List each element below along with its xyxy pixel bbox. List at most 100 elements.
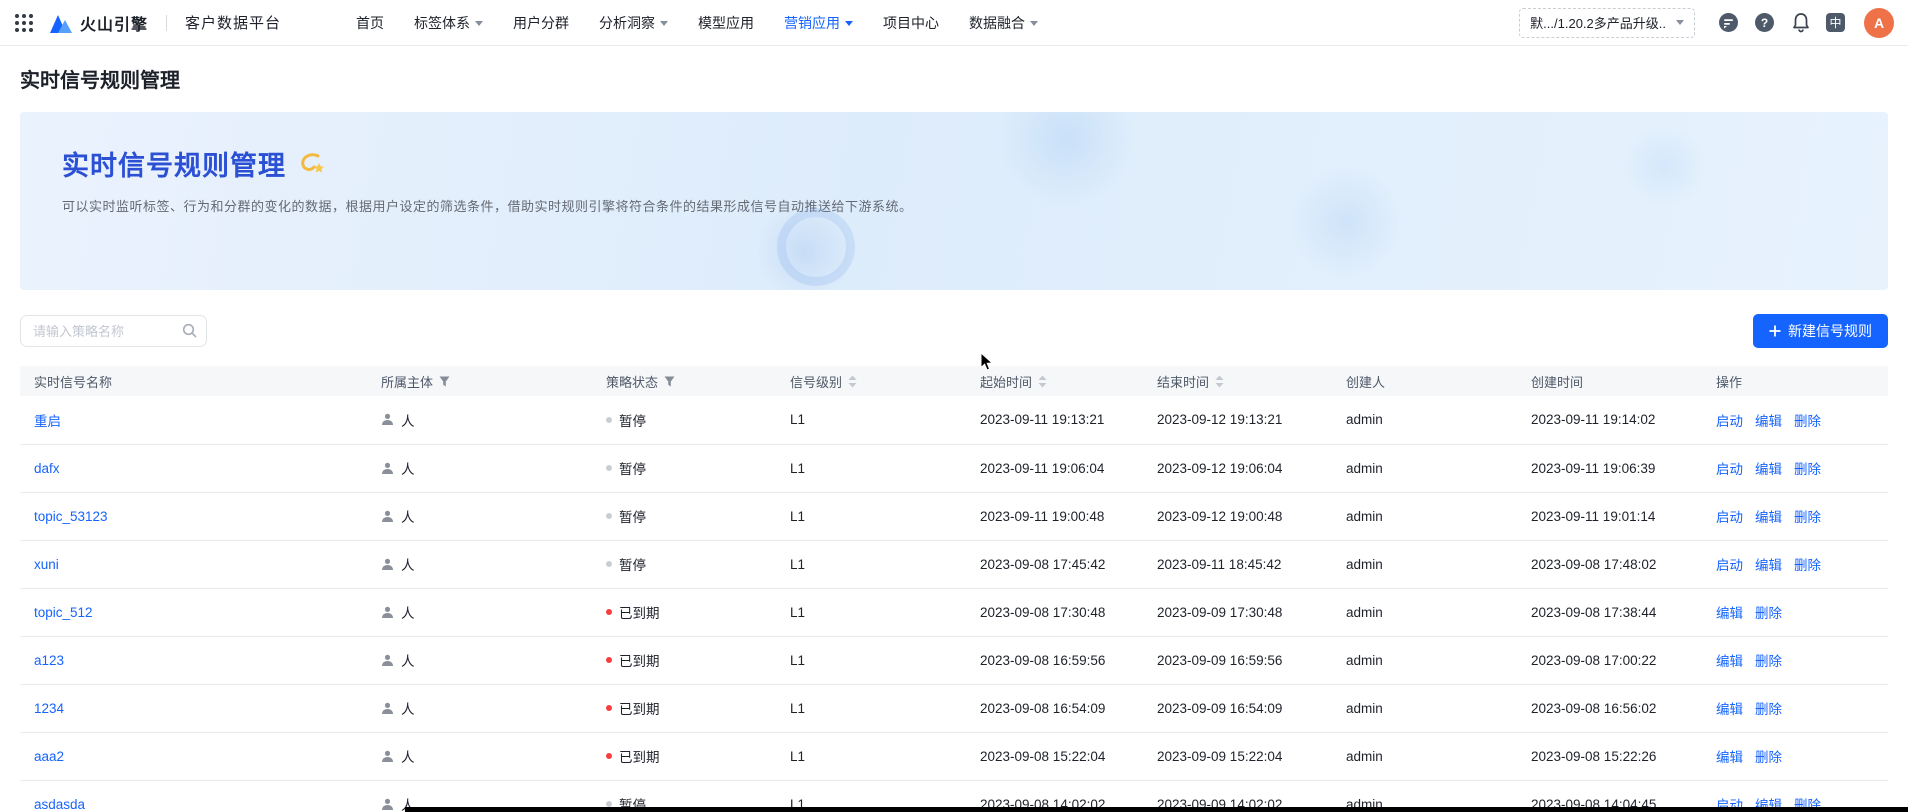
action-link[interactable]: 编辑 [1755,462,1782,477]
person-icon [381,606,394,619]
nav-item-数据融合[interactable]: 数据融合 [954,0,1053,46]
signal-name-link[interactable]: a123 [34,653,64,668]
banner-description: 可以实时监听标签、行为和分群的变化的数据，根据用户设定的筛选条件，借助实时规则引… [62,196,1846,215]
person-icon [381,462,394,475]
avatar[interactable]: A [1864,8,1894,38]
start-time: 2023-09-11 19:00:48 [966,492,1143,540]
actions-cell: 启动编辑删除 [1702,396,1888,444]
subject-label: 人 [401,554,415,574]
sort-icon[interactable] [848,375,857,388]
actions-cell: 启动编辑删除 [1702,444,1888,492]
sort-icon[interactable] [1038,375,1047,388]
feedback-icon[interactable] [1718,12,1739,33]
search-input[interactable] [20,315,207,347]
action-link[interactable]: 启动 [1716,510,1743,525]
action-link[interactable]: 编辑 [1716,654,1743,669]
action-link[interactable]: 删除 [1794,414,1821,429]
action-link[interactable]: 删除 [1755,654,1782,669]
column-header-所属主体[interactable]: 所属主体 [367,366,592,396]
create-signal-rule-button[interactable]: 新建信号规则 [1753,314,1888,348]
actions-cell: 编辑删除 [1702,636,1888,684]
person-icon [381,702,394,715]
actions-cell: 编辑删除 [1702,732,1888,780]
action-link[interactable]: 启动 [1716,462,1743,477]
action-link[interactable]: 编辑 [1755,558,1782,573]
status-dot [606,417,612,423]
chevron-down-icon [475,21,483,26]
action-link[interactable]: 启动 [1716,414,1743,429]
created-time: 2023-09-08 15:22:26 [1517,732,1702,780]
brand[interactable]: 火山引擎 客户数据平台 [50,11,281,35]
column-header-创建时间: 创建时间 [1517,366,1702,396]
status-dot [606,705,612,711]
notification-bell-icon[interactable] [1790,12,1811,33]
toolbar: 新建信号规则 [20,314,1888,348]
action-link[interactable]: 编辑 [1755,414,1782,429]
signal-name-link[interactable]: topic_512 [34,605,93,620]
action-link[interactable]: 删除 [1755,702,1782,717]
signal-name-link[interactable]: dafx [34,461,60,476]
page-content: 实时信号规则管理 实时信号规则管理 可以实时监听标签、行为和分群的变化的数据，根… [0,64,1908,812]
nav-item-分析洞察[interactable]: 分析洞察 [584,0,683,46]
signal-name-link[interactable]: 1234 [34,701,64,716]
action-link[interactable]: 删除 [1755,750,1782,765]
workspace-selector[interactable]: 默.../1.20.2多产品升级.. [1519,8,1695,38]
language-switch-icon[interactable]: 中 [1826,13,1845,32]
created-time: 2023-09-08 16:56:02 [1517,684,1702,732]
action-link[interactable]: 编辑 [1716,750,1743,765]
column-header-起始时间[interactable]: 起始时间 [966,366,1143,396]
table-row: 重启 人 暂停 L1 2023-09-11 19:13:21 2023-09-1… [20,396,1888,444]
action-link[interactable]: 删除 [1794,462,1821,477]
apps-grid-icon[interactable] [14,13,34,33]
action-link[interactable]: 删除 [1794,558,1821,573]
column-header-label: 操作 [1716,372,1742,391]
topbar: 火山引擎 客户数据平台 首页标签体系用户分群分析洞察 模型应用营销应用项目中心数据… [0,0,1908,46]
status-dot [606,465,612,471]
table-row: dafx 人 暂停 L1 2023-09-11 19:06:04 2023-09… [20,444,1888,492]
creator: admin [1332,636,1517,684]
column-header-信号级别[interactable]: 信号级别 [776,366,966,396]
action-link[interactable]: 删除 [1755,606,1782,621]
sort-icon[interactable] [1215,375,1224,388]
end-time: 2023-09-09 16:54:09 [1143,684,1332,732]
signal-name-link[interactable]: asdasda [34,797,85,812]
status-label: 已到期 [619,746,660,766]
nav-item-模型应用[interactable]: 模型应用 [683,0,769,46]
start-time: 2023-09-11 19:13:21 [966,396,1143,444]
nav-item-项目中心[interactable]: 项目中心 [868,0,954,46]
action-link[interactable]: 编辑 [1716,702,1743,717]
column-header-结束时间[interactable]: 结束时间 [1143,366,1332,396]
signal-name-link[interactable]: 重启 [34,414,61,429]
filter-icon[interactable] [664,376,675,387]
column-header-策略状态[interactable]: 策略状态 [592,366,776,396]
subject-label: 人 [401,698,415,718]
nav-item-首页[interactable]: 首页 [341,0,399,46]
column-header-label: 结束时间 [1157,372,1209,391]
start-time: 2023-09-08 17:45:42 [966,540,1143,588]
person-icon [381,654,394,667]
filter-icon[interactable] [439,376,450,387]
signal-name-link[interactable]: aaa2 [34,749,64,764]
nav-item-营销应用[interactable]: 营销应用 [769,0,868,46]
chevron-down-icon [1030,21,1038,26]
action-link[interactable]: 启动 [1716,558,1743,573]
volcano-logo-icon [50,13,72,33]
nav-item-用户分群[interactable]: 用户分群 [498,0,584,46]
signal-name-link[interactable]: topic_53123 [34,509,108,524]
subject-label: 人 [401,650,415,670]
column-header-label: 信号级别 [790,372,842,391]
end-time: 2023-09-12 19:00:48 [1143,492,1332,540]
action-link[interactable]: 删除 [1794,510,1821,525]
created-time: 2023-09-11 19:06:39 [1517,444,1702,492]
signal-name-link[interactable]: xuni [34,557,59,572]
action-link[interactable]: 编辑 [1716,606,1743,621]
table-row: a123 人 已到期 L1 2023-09-08 16:59:56 2023-0… [20,636,1888,684]
status-label: 暂停 [619,554,646,574]
help-icon[interactable]: ? [1754,12,1775,33]
nav-item-label: 分析洞察 [599,13,655,33]
level-label: L1 [776,444,966,492]
nav-item-标签体系[interactable]: 标签体系 [399,0,498,46]
plus-icon [1769,325,1781,337]
search-icon[interactable] [182,323,197,343]
action-link[interactable]: 编辑 [1755,510,1782,525]
